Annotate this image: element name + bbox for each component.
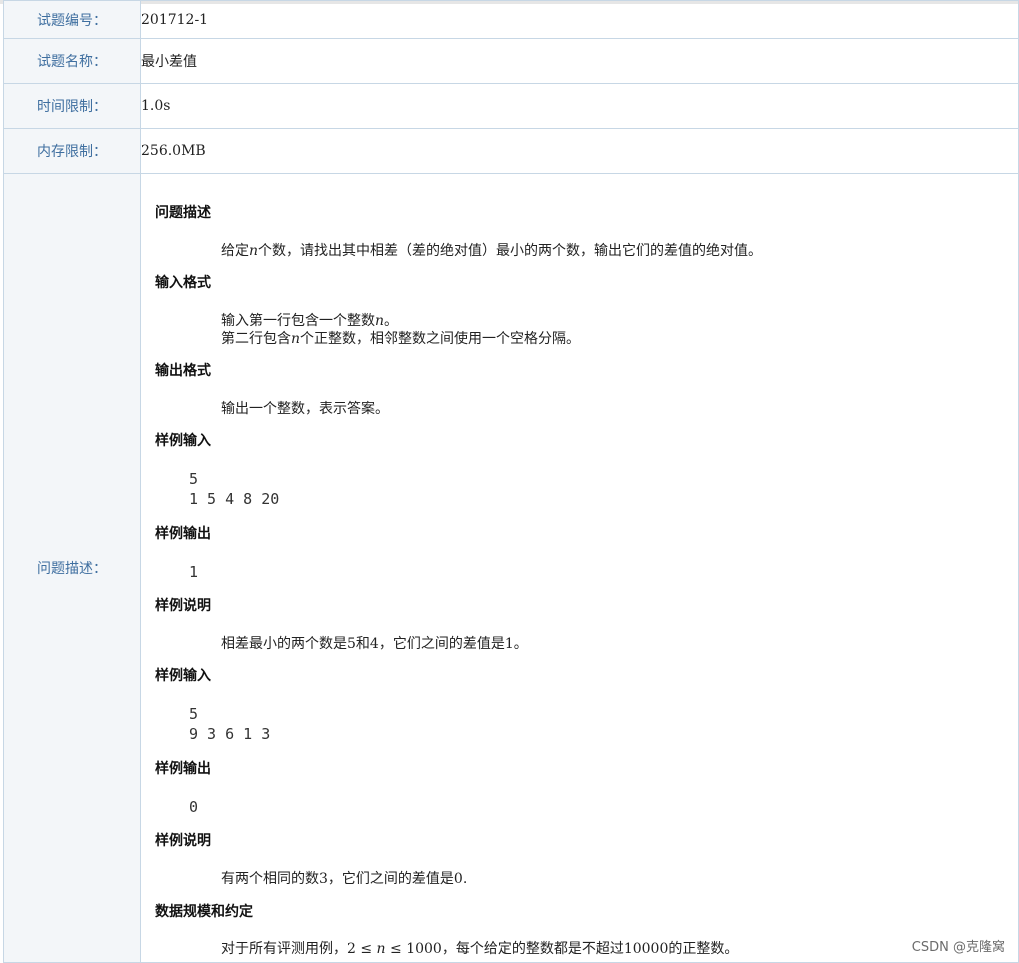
sample-note-2-text: 有两个相同的数3，它们之间的差值是0. [221, 871, 468, 887]
desc-var-n: n [249, 243, 259, 259]
heading-output-format: 输出格式 [155, 363, 211, 379]
heading-sample-note-2: 样例说明 [155, 833, 211, 849]
input-format-line1: 输入第一行包含一个整数n。 [221, 312, 398, 330]
heading-sample-output-2: 样例输出 [155, 761, 211, 777]
heading-sample-output-1: 样例输出 [155, 526, 211, 542]
csdn-watermark: CSDN @克隆窝 [911, 940, 1005, 955]
label-description: 问题描述： [3, 173, 141, 963]
input-line2-pre: 第二行包含 [221, 331, 291, 347]
description-content: 问题描述 给定n个数，请找出其中相差（差的绝对值）最小的两个数，输出它们的差值的… [140, 173, 1019, 963]
input-format-line2: 第二行包含n个正整数，相邻整数之间使用一个空格分隔。 [221, 330, 580, 348]
sample-output-2: 0 [189, 798, 199, 816]
row-problem-id: 试题编号： 201712-1 [3, 0, 1019, 39]
value-problem-name: 最小差值 [140, 38, 1019, 84]
scale-var-n: n [376, 941, 386, 957]
input-line2-var-n: n [291, 331, 301, 347]
data-scale-text: 对于所有评测用例，2 ≤ n ≤ 1000，每个给定的整数都是不超过10000的… [221, 940, 738, 958]
sample-input-2-line1: 5 [189, 705, 199, 723]
sample-input-2-line2: 9 3 6 1 3 [189, 725, 271, 743]
input-line1-var-n: n [375, 313, 385, 329]
desc-text-post: 个数，请找出其中相差（差的绝对值）最小的两个数，输出它们的差值的绝对值。 [258, 243, 763, 259]
row-time-limit: 时间限制： 1.0s [3, 83, 1019, 129]
heading-sample-input-1: 样例输入 [155, 433, 211, 449]
input-line1-post: 。 [384, 313, 399, 329]
sample-input-1-line1: 5 [189, 470, 199, 488]
value-memory-limit: 256.0MB [140, 128, 1019, 174]
row-problem-name: 试题名称： 最小差值 [3, 38, 1019, 84]
sample-input-1-line2: 1 5 4 8 20 [189, 490, 280, 508]
output-format-text: 输出一个整数，表示答案。 [221, 401, 389, 417]
label-problem-name: 试题名称： [3, 38, 141, 84]
heading-sample-input-2: 样例输入 [155, 668, 211, 684]
scale-text-pre: 对于所有评测用例，2 ≤ [221, 941, 377, 957]
row-memory-limit: 内存限制： 256.0MB [3, 128, 1019, 174]
row-description: 问题描述： 问题描述 给定n个数，请找出其中相差（差的绝对值）最小的两个数，输出… [3, 173, 1019, 963]
desc-text-pre: 给定 [221, 243, 249, 259]
label-memory-limit: 内存限制： [3, 128, 141, 174]
heading-sample-note-1: 样例说明 [155, 598, 211, 614]
sample-output-1: 1 [189, 563, 199, 581]
label-time-limit: 时间限制： [3, 83, 141, 129]
heading-input-format: 输入格式 [155, 275, 211, 291]
sample-note-1-text: 相差最小的两个数是5和4，它们之间的差值是1。 [221, 636, 528, 652]
scale-text-post: ≤ 1000，每个给定的整数都是不超过10000的正整数。 [385, 941, 739, 957]
input-line1-pre: 输入第一行包含一个整数 [221, 313, 375, 329]
heading-data-scale: 数据规模和约定 [155, 904, 253, 920]
label-problem-id: 试题编号： [3, 0, 141, 39]
input-line2-post: 个正整数，相邻整数之间使用一个空格分隔。 [300, 331, 581, 347]
problem-info-table: 试题编号： 201712-1 试题名称： 最小差值 时间限制： 1.0s 内存限… [3, 0, 1019, 963]
value-problem-id: 201712-1 [140, 0, 1019, 39]
value-time-limit: 1.0s [140, 83, 1019, 129]
problem-description-text: 给定n个数，请找出其中相差（差的绝对值）最小的两个数，输出它们的差值的绝对值。 [221, 242, 762, 260]
heading-problem-description: 问题描述 [155, 205, 211, 221]
